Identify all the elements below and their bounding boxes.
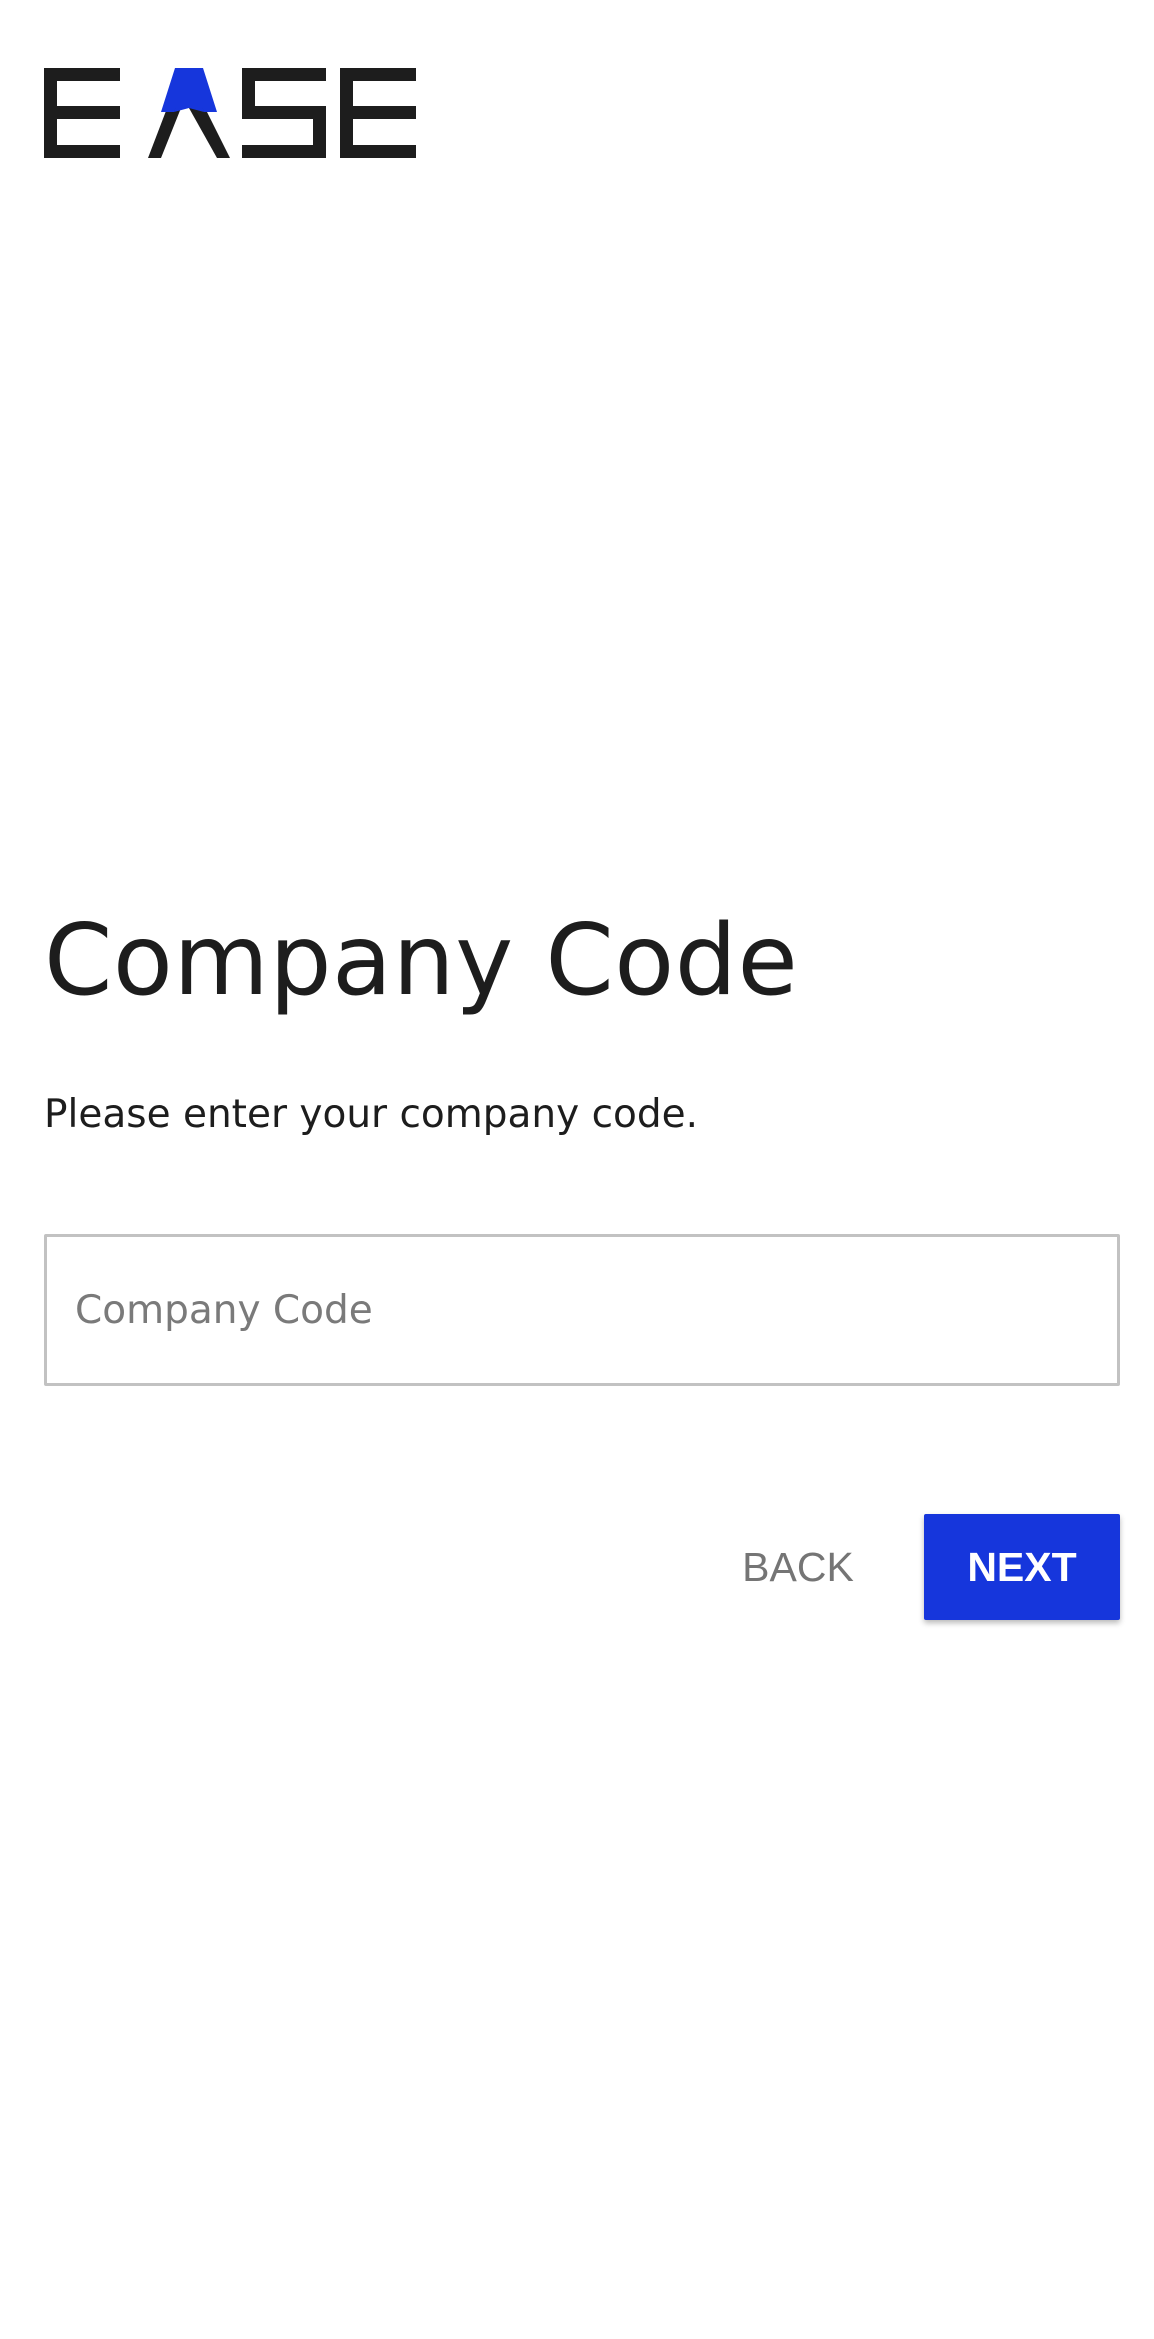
next-button[interactable]: NEXT [924, 1514, 1120, 1620]
page-subtitle: Please enter your company code. [44, 1092, 699, 1137]
ease-logo-mark [44, 68, 416, 158]
back-button[interactable]: BACK [714, 1514, 882, 1620]
page-title: Company Code [44, 904, 799, 1018]
company-code-input[interactable] [44, 1234, 1120, 1386]
ease-logo [44, 68, 416, 158]
